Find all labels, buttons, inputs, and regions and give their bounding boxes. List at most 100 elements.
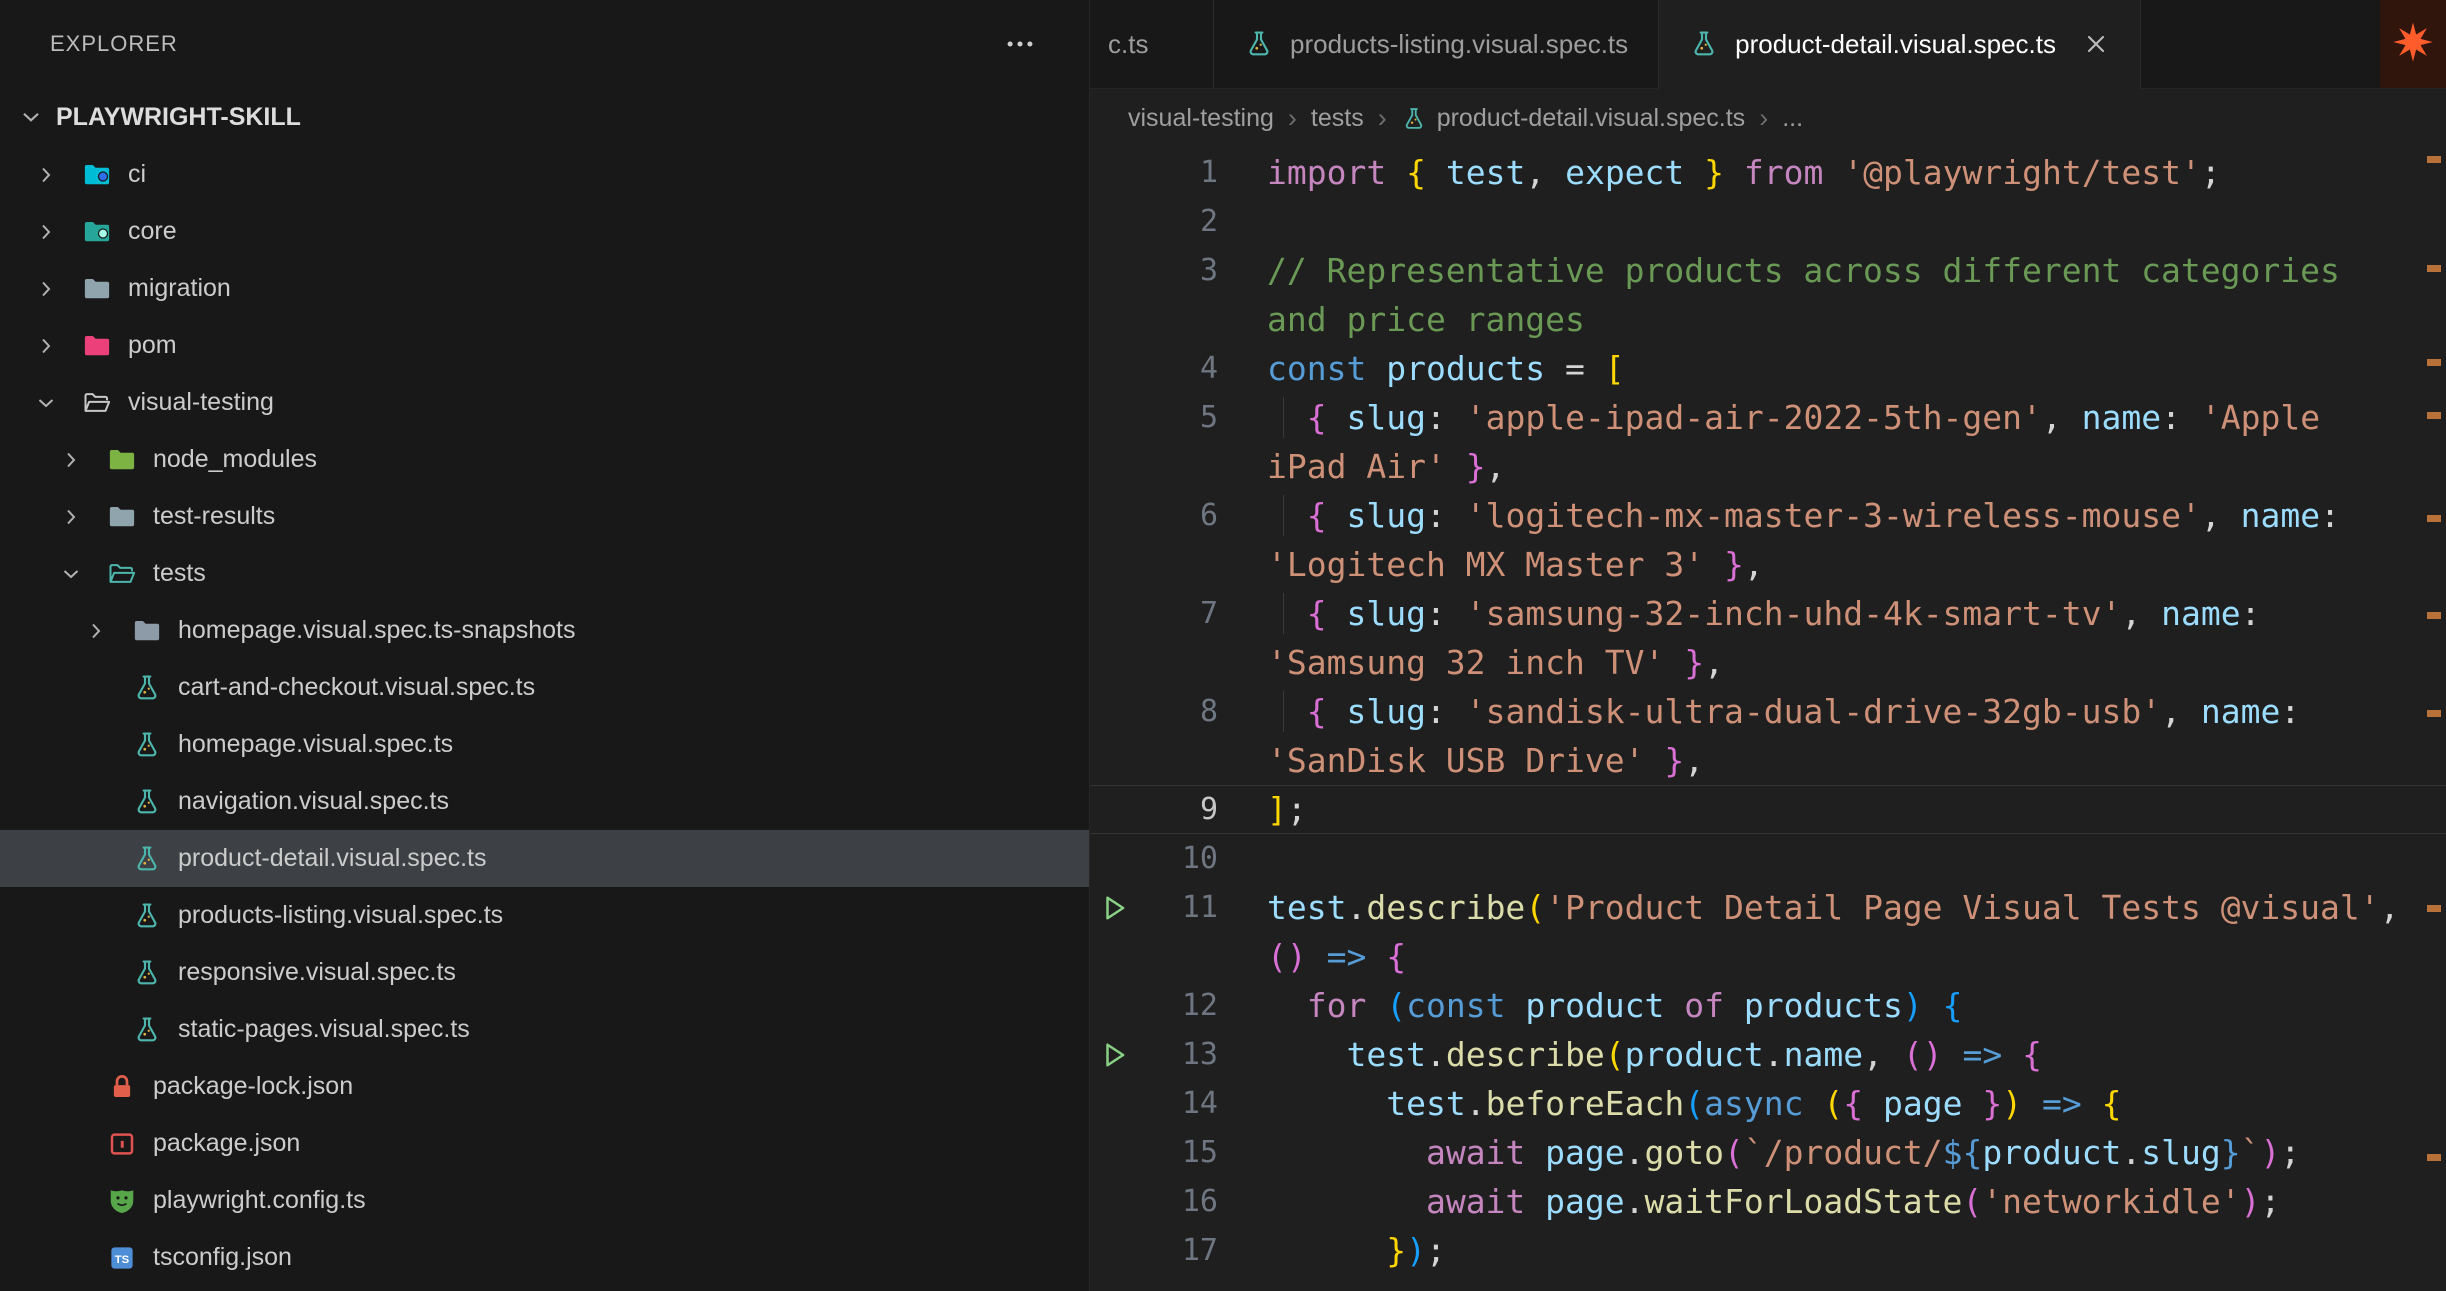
tree-item-ci[interactable]: ci <box>0 146 1089 203</box>
tree-item-label: test-results <box>153 502 275 531</box>
extension-badge[interactable] <box>2380 0 2446 88</box>
chevron-right-icon[interactable] <box>59 505 103 529</box>
code-line-6: 6 { slug: 'logitech-mx-master-3-wireless… <box>1090 491 2446 540</box>
mask-icon <box>103 1186 141 1216</box>
tree-item-navigation-visual-spec-ts[interactable]: navigation.visual.spec.ts <box>0 773 1089 830</box>
tree-item-core[interactable]: core <box>0 203 1089 260</box>
tree-item-static-pages-visual-spec-ts[interactable]: static-pages.visual.spec.ts <box>0 1001 1089 1058</box>
more-actions-icon[interactable] <box>1003 27 1037 61</box>
overview-ruler-mark <box>2427 412 2441 419</box>
tree-item-product-detail-visual-spec-ts[interactable]: product-detail.visual.spec.ts <box>0 830 1089 887</box>
code-text[interactable]: 'Logitech MX Master 3' }, <box>1267 540 2446 589</box>
code-text[interactable] <box>1267 197 2446 246</box>
code-text[interactable]: ]; <box>1267 785 2446 834</box>
tree-item-products-listing-visual-spec-ts[interactable]: products-listing.visual.spec.ts <box>0 887 1089 944</box>
code-text[interactable]: await page.goto(`/product/${product.slug… <box>1267 1128 2446 1177</box>
overview-ruler-mark <box>2427 359 2441 366</box>
code-text[interactable]: test.describe('Product Detail Page Visua… <box>1267 883 2446 932</box>
code-line-1: 1 import { test, expect } from '@playwrig… <box>1090 148 2446 197</box>
code-text[interactable]: test.describe(product.name, () => { <box>1267 1030 2446 1079</box>
code-line-8: 8 { slug: 'sandisk-ultra-dual-drive-32gb… <box>1090 687 2446 736</box>
tree-item-test-results[interactable]: test-results <box>0 488 1089 545</box>
tree-item-node-modules[interactable]: node_modules <box>0 431 1089 488</box>
breadcrumb-item-visual-testing[interactable]: visual-testing <box>1128 104 1274 133</box>
flask-icon <box>128 958 166 988</box>
code-text[interactable]: { slug: 'samsung-32-inch-uhd-4k-smart-tv… <box>1267 589 2446 638</box>
code-line-16: 16 await page.waitForLoadState('networki… <box>1090 1177 2446 1226</box>
gutter-spacer <box>1090 442 1140 491</box>
code-line-10: 10 <box>1090 834 2446 883</box>
line-number <box>1140 295 1218 344</box>
vscode-window: EXPLORER PLAYWRIGHT-SKILL cicoremigratio… <box>0 0 2446 1291</box>
chevron-down-icon[interactable] <box>59 562 103 586</box>
code-line-13: 13 test.describe(product.name, () => { <box>1090 1030 2446 1079</box>
breadcrumb: visual-testing › tests › product-detail.visu… <box>1090 89 2446 148</box>
code-line-3: 3// Representative products across diffe… <box>1090 246 2446 295</box>
tree-item-label: package-lock.json <box>153 1072 353 1101</box>
code-line-wrap: iPad Air' }, <box>1090 442 2446 491</box>
breadcrumb-item-tests[interactable]: tests <box>1311 104 1364 133</box>
code-line-17: 17 }); <box>1090 1226 2446 1275</box>
gutter-spacer <box>1090 246 1140 295</box>
chevron-right-icon[interactable] <box>59 448 103 472</box>
code-text[interactable]: test.beforeEach(async ({ page }) => { <box>1267 1079 2446 1128</box>
indent-guide <box>1283 691 1284 732</box>
overview-ruler-mark <box>2427 515 2441 522</box>
code-text[interactable]: // Representative products across differ… <box>1267 246 2446 295</box>
run-test-icon[interactable] <box>1090 883 1140 932</box>
tree-item-migration[interactable]: migration <box>0 260 1089 317</box>
tree-item-visual-testing[interactable]: visual-testing <box>0 374 1089 431</box>
line-number: 1 <box>1140 148 1218 197</box>
breadcrumb-item-[interactable]: ... <box>1782 104 1803 133</box>
breadcrumb-label: product-detail.visual.spec.ts <box>1437 104 1745 133</box>
breadcrumb-label: visual-testing <box>1128 104 1274 133</box>
tab-label: products-listing.visual.spec.ts <box>1290 29 1628 60</box>
breadcrumb-item-product-detail-visual-spec-ts[interactable]: product-detail.visual.spec.ts <box>1401 104 1745 133</box>
run-test-icon[interactable] <box>1090 1030 1140 1079</box>
code-text[interactable]: await page.waitForLoadState('networkidle… <box>1267 1177 2446 1226</box>
folder-icon <box>78 274 116 304</box>
tree-item-tests[interactable]: tests <box>0 545 1089 602</box>
code-text[interactable]: import { test, expect } from '@playwrigh… <box>1267 148 2446 197</box>
code-line-15: 15 await page.goto(`/product/${product.s… <box>1090 1128 2446 1177</box>
chevron-right-icon[interactable] <box>84 619 128 643</box>
code-text[interactable]: () => { <box>1267 932 2446 981</box>
tree-item-tsconfig-json[interactable]: TStsconfig.json <box>0 1229 1089 1286</box>
chevron-right-icon[interactable] <box>34 220 78 244</box>
breadcrumb-separator: › <box>1759 103 1768 134</box>
code-text[interactable]: }); <box>1267 1226 2446 1275</box>
tree-item-playwright-config-ts[interactable]: playwright.config.ts <box>0 1172 1089 1229</box>
code-text[interactable] <box>1267 834 2446 883</box>
code-text[interactable]: and price ranges <box>1267 295 2446 344</box>
tab-c-ts[interactable]: c.ts <box>1090 0 1214 88</box>
code-text[interactable]: { slug: 'logitech-mx-master-3-wireless-m… <box>1267 491 2446 540</box>
code-line-11: 11test.describe('Product Detail Page Vis… <box>1090 883 2446 932</box>
project-header[interactable]: PLAYWRIGHT-SKILL <box>0 88 1089 146</box>
close-icon[interactable] <box>2082 30 2110 58</box>
code-text[interactable]: const products = [ <box>1267 344 2446 393</box>
tree-item-label: product-detail.visual.spec.ts <box>178 844 486 873</box>
tree-item-homepage-visual-spec-ts-snapshots[interactable]: homepage.visual.spec.ts-snapshots <box>0 602 1089 659</box>
chevron-down-icon[interactable] <box>34 391 78 415</box>
gutter-spacer <box>1090 736 1140 785</box>
flask-icon <box>128 673 166 703</box>
code-text[interactable]: { slug: 'apple-ipad-air-2022-5th-gen', n… <box>1267 393 2446 442</box>
tab-product-detail-visual-spec-ts[interactable]: product-detail.visual.spec.ts <box>1659 0 2141 89</box>
tree-item-homepage-visual-spec-ts[interactable]: homepage.visual.spec.ts <box>0 716 1089 773</box>
tree-item-label: navigation.visual.spec.ts <box>178 787 449 816</box>
tree-item-cart-and-checkout-visual-spec-ts[interactable]: cart-and-checkout.visual.spec.ts <box>0 659 1089 716</box>
chevron-right-icon[interactable] <box>34 277 78 301</box>
chevron-right-icon[interactable] <box>34 163 78 187</box>
code-text[interactable]: for (const product of products) { <box>1267 981 2446 1030</box>
code-text[interactable]: iPad Air' }, <box>1267 442 2446 491</box>
breadcrumb-separator: › <box>1288 103 1297 134</box>
tab-products-listing-visual-spec-ts[interactable]: products-listing.visual.spec.ts <box>1214 0 1659 88</box>
code-text[interactable]: 'Samsung 32 inch TV' }, <box>1267 638 2446 687</box>
tree-item-responsive-visual-spec-ts[interactable]: responsive.visual.spec.ts <box>0 944 1089 1001</box>
code-text[interactable]: 'SanDisk USB Drive' }, <box>1267 736 2446 785</box>
tree-item-package-lock-json[interactable]: package-lock.json <box>0 1058 1089 1115</box>
code-text[interactable]: { slug: 'sandisk-ultra-dual-drive-32gb-u… <box>1267 687 2446 736</box>
tree-item-package-json[interactable]: package.json <box>0 1115 1089 1172</box>
chevron-right-icon[interactable] <box>34 334 78 358</box>
tree-item-pom[interactable]: pom <box>0 317 1089 374</box>
